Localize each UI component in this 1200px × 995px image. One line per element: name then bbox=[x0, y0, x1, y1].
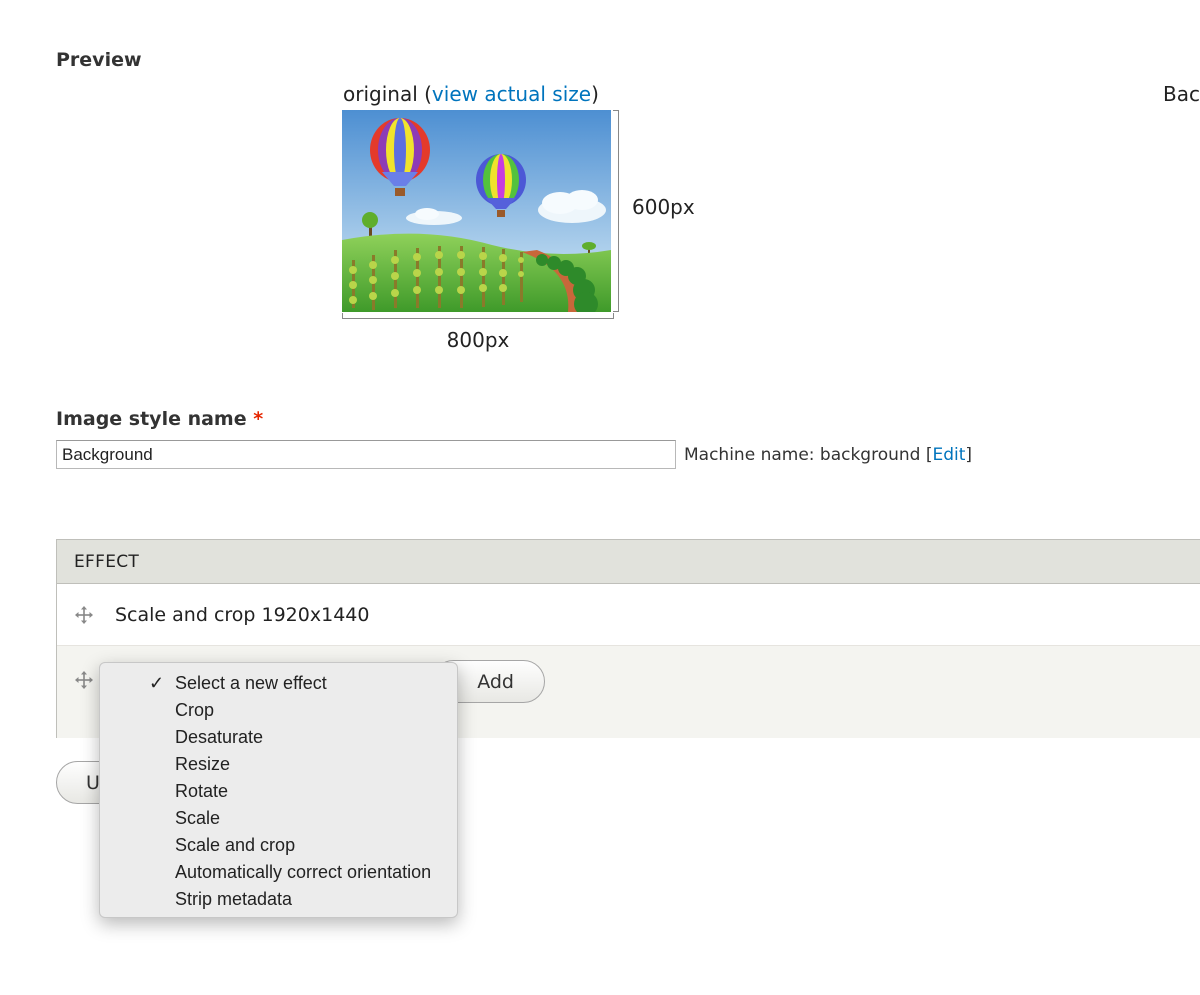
width-dimension-bracket bbox=[342, 313, 614, 319]
select-option-label: Select a new effect bbox=[175, 673, 327, 693]
image-style-name-input[interactable] bbox=[56, 440, 676, 469]
preview-image bbox=[342, 110, 611, 312]
effect-column-header: EFFECT bbox=[74, 552, 140, 572]
original-label-close: ) bbox=[591, 82, 599, 106]
original-label: original ( bbox=[343, 82, 432, 106]
machine-name-edit-link[interactable]: Edit bbox=[933, 445, 966, 465]
width-dimension-label: 800px bbox=[446, 328, 510, 352]
select-option[interactable]: Strip metadata bbox=[140, 886, 457, 913]
select-option[interactable]: Scale and crop bbox=[140, 832, 457, 859]
move-arrows-icon[interactable] bbox=[75, 606, 93, 628]
effects-table-header: EFFECT bbox=[57, 540, 1200, 584]
table-row: Scale and crop 1920x1440 bbox=[57, 584, 1200, 646]
hot-air-balloons-illustration bbox=[342, 110, 611, 312]
select-option[interactable]: Scale bbox=[140, 805, 457, 832]
select-option[interactable]: Automatically correct orientation bbox=[140, 859, 457, 886]
select-option[interactable]: ✓ Select a new effect bbox=[140, 670, 457, 697]
machine-name-suffix: ] bbox=[965, 445, 973, 465]
view-actual-size-link[interactable]: view actual size bbox=[432, 82, 591, 106]
image-style-name-label-text: Image style name bbox=[56, 408, 247, 430]
derivative-preview-caption: Bac bbox=[1163, 82, 1200, 106]
machine-name-prefix: Machine name: background [ bbox=[684, 445, 933, 465]
preview-heading: Preview bbox=[56, 49, 142, 71]
select-option[interactable]: Desaturate bbox=[140, 724, 457, 751]
effect-row-label: Scale and crop 1920x1440 bbox=[115, 604, 370, 626]
new-effect-select-dropdown[interactable]: ✓ Select a new effect Crop Desaturate Res… bbox=[99, 662, 458, 918]
select-option[interactable]: Crop bbox=[140, 697, 457, 724]
height-dimension-bracket bbox=[613, 110, 619, 312]
machine-name: Machine name: background [Edit] bbox=[684, 445, 972, 465]
image-style-name-label: Image style name * bbox=[56, 408, 263, 430]
height-dimension-label: 600px bbox=[632, 195, 695, 219]
required-marker: * bbox=[253, 408, 264, 430]
original-preview-caption: original (view actual size) bbox=[343, 82, 599, 106]
select-option[interactable]: Rotate bbox=[140, 778, 457, 805]
move-arrows-icon[interactable] bbox=[75, 671, 93, 693]
select-option[interactable]: Resize bbox=[140, 751, 457, 778]
checkmark-icon: ✓ bbox=[149, 673, 165, 693]
